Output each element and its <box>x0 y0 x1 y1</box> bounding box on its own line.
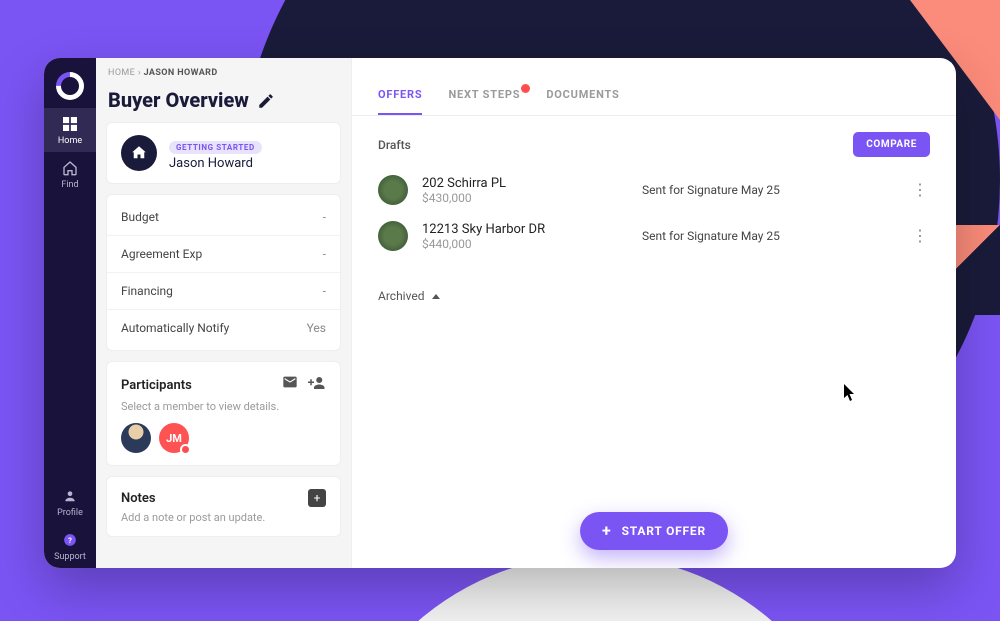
offer-row[interactable]: 12213 Sky Harbor DR $440,000 Sent for Si… <box>378 213 930 259</box>
buyer-card: GETTING STARTED Jason Howard <box>106 122 341 184</box>
participant-avatar[interactable]: JM <box>159 423 189 453</box>
page-title: Buyer Overview <box>106 88 341 112</box>
offer-thumbnail <box>378 175 408 205</box>
breadcrumb-separator: › <box>138 68 141 78</box>
info-value: - <box>323 247 326 261</box>
offer-row[interactable]: 202 Schirra PL $430,000 Sent for Signatu… <box>378 167 930 213</box>
overview-panel: HOME › JASON HOWARD Buyer Overview GETTI… <box>96 58 352 568</box>
info-label: Budget <box>121 210 159 224</box>
drafts-heading: Drafts <box>378 138 411 152</box>
caret-up-icon <box>432 294 440 299</box>
breadcrumb-current: JASON HOWARD <box>144 68 218 78</box>
buyer-avatar-icon <box>121 135 157 171</box>
offer-price: $440,000 <box>422 237 602 251</box>
kebab-menu-icon[interactable]: ⋮ <box>910 228 930 244</box>
nav-item-profile[interactable]: Profile <box>44 480 96 524</box>
status-badge: GETTING STARTED <box>169 141 262 154</box>
add-note-icon[interactable]: + <box>308 489 326 507</box>
nav-item-find[interactable]: Find <box>44 152 96 196</box>
app-window: Home Find Profile ? Support <box>44 58 956 568</box>
info-row-budget[interactable]: Budget - <box>107 199 340 235</box>
offers-tabpane: Drafts COMPARE 202 Schirra PL $430,000 S… <box>352 116 956 568</box>
fab-label: START OFFER <box>622 524 706 538</box>
compare-button[interactable]: COMPARE <box>853 132 930 157</box>
info-label: Automatically Notify <box>121 321 229 335</box>
notes-card: Notes + Add a note or post an update. <box>106 476 341 537</box>
kebab-menu-icon[interactable]: ⋮ <box>910 182 930 198</box>
notification-badge <box>180 444 191 455</box>
tab-label: DOCUMENTS <box>546 88 619 101</box>
avatar-initials: JM <box>166 432 182 445</box>
nav-item-home[interactable]: Home <box>44 108 96 152</box>
help-icon: ? <box>62 532 78 548</box>
nav-label: Find <box>61 180 78 190</box>
participant-avatar[interactable] <box>121 423 151 453</box>
info-label: Financing <box>121 284 173 298</box>
mail-icon[interactable] <box>282 374 298 396</box>
offer-status: Sent for Signature May 25 <box>642 183 822 197</box>
info-row-notify[interactable]: Automatically Notify Yes <box>107 309 340 346</box>
offer-status: Sent for Signature May 25 <box>642 229 822 243</box>
start-offer-button[interactable]: + START OFFER <box>580 512 728 550</box>
tab-bar: OFFERS NEXT STEPS DOCUMENTS <box>352 58 956 116</box>
participants-card: Participants Select a member to view det… <box>106 361 341 466</box>
add-person-icon[interactable] <box>308 374 326 396</box>
offer-address: 12213 Sky Harbor DR <box>422 222 602 237</box>
info-row-financing[interactable]: Financing - <box>107 272 340 309</box>
info-value: - <box>323 210 326 224</box>
offer-thumbnail <box>378 221 408 251</box>
offer-address: 202 Schirra PL <box>422 176 602 191</box>
info-row-agreement[interactable]: Agreement Exp - <box>107 235 340 272</box>
info-value: Yes <box>307 321 326 335</box>
participants-title: Participants <box>121 378 192 393</box>
home-grid-icon <box>62 116 78 132</box>
side-nav: Home Find Profile ? Support <box>44 58 96 568</box>
tab-label: OFFERS <box>378 88 422 101</box>
info-label: Agreement Exp <box>121 247 202 261</box>
tab-documents[interactable]: DOCUMENTS <box>546 88 619 115</box>
nav-item-support[interactable]: ? Support <box>44 524 96 568</box>
notification-dot <box>521 84 530 93</box>
breadcrumb: HOME › JASON HOWARD <box>106 68 341 78</box>
house-search-icon <box>62 160 78 176</box>
page-title-text: Buyer Overview <box>108 88 249 112</box>
info-value: - <box>323 284 326 298</box>
main-pane: OFFERS NEXT STEPS DOCUMENTS Drafts COMPA… <box>352 58 956 568</box>
tab-offers[interactable]: OFFERS <box>378 88 422 115</box>
archived-toggle[interactable]: Archived <box>378 289 930 303</box>
svg-text:?: ? <box>68 536 72 545</box>
person-icon <box>62 488 78 504</box>
offer-price: $430,000 <box>422 191 602 205</box>
logo-icon <box>50 66 90 106</box>
notes-hint: Add a note or post an update. <box>121 511 326 524</box>
nav-label: Support <box>54 552 86 562</box>
nav-label: Home <box>58 136 82 146</box>
participants-hint: Select a member to view details. <box>121 400 326 413</box>
nav-label: Profile <box>57 508 83 518</box>
notes-title: Notes <box>121 491 156 506</box>
info-card: Budget - Agreement Exp - Financing - Aut… <box>106 194 341 351</box>
archived-label: Archived <box>378 289 424 303</box>
breadcrumb-root[interactable]: HOME <box>108 68 135 78</box>
tab-label: NEXT STEPS <box>448 88 520 101</box>
tab-next-steps[interactable]: NEXT STEPS <box>448 88 520 115</box>
edit-title-icon[interactable] <box>257 91 275 109</box>
buyer-name: Jason Howard <box>169 156 262 171</box>
